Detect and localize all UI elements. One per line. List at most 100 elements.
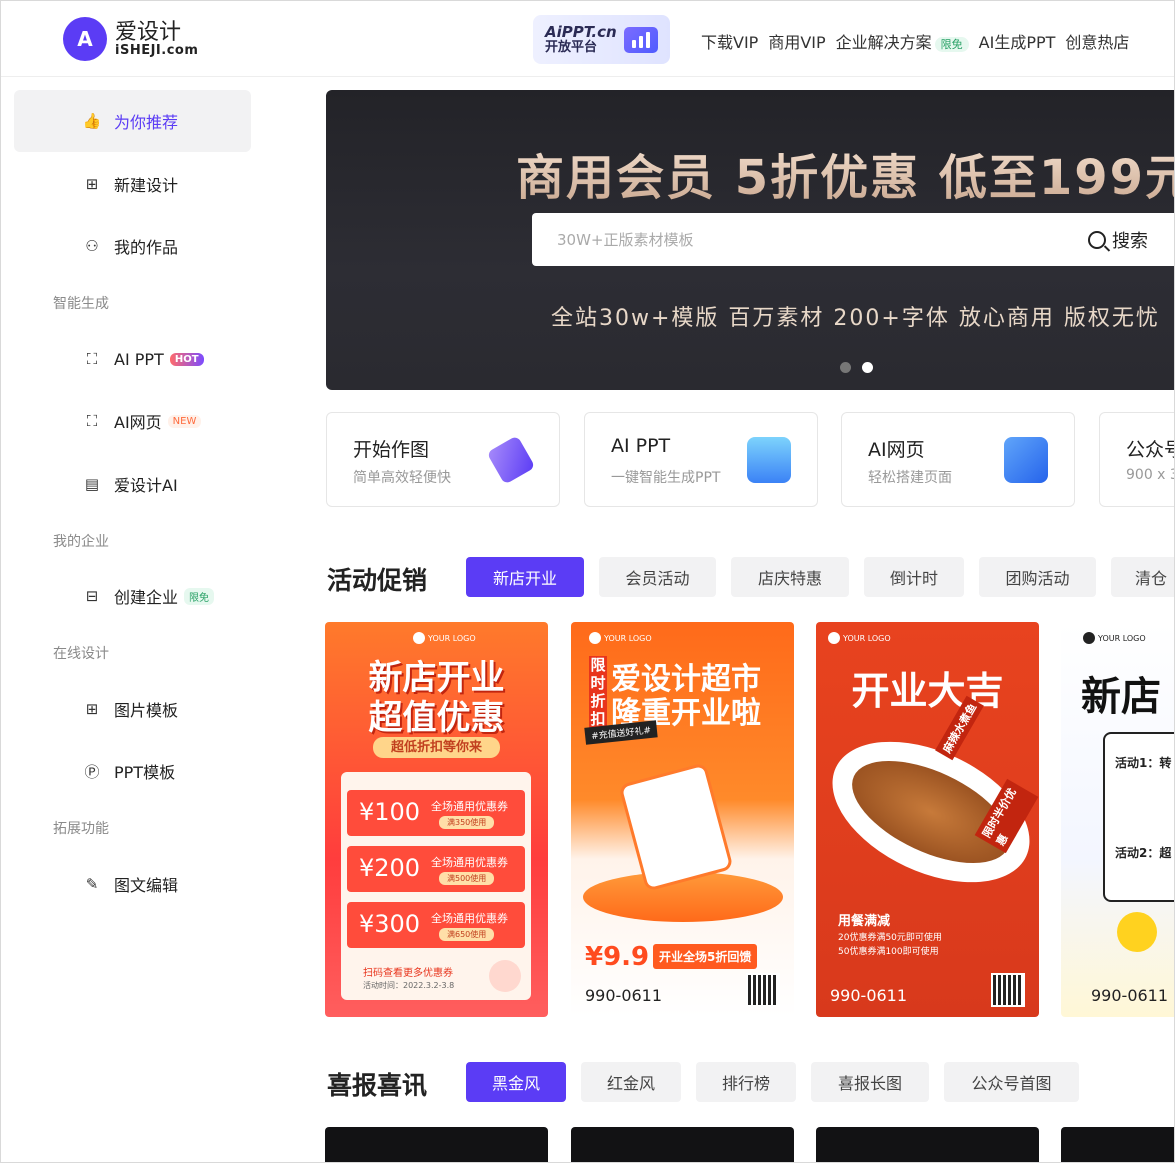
carousel-dot[interactable] bbox=[840, 362, 851, 373]
sidebar-item-label: 图片模板 bbox=[114, 701, 179, 720]
qr-code bbox=[991, 973, 1025, 1007]
sidebar-item-label: 新建设计 bbox=[114, 176, 179, 195]
sidebar-item-ppt-template[interactable]: Ⓟ PPT模板 bbox=[14, 740, 251, 802]
poster-tel: 990-0611 bbox=[1091, 986, 1169, 1005]
quick-card-wechat[interactable]: 公众号 900 x 38 bbox=[1099, 412, 1174, 507]
tab-ranking[interactable]: 排行榜 bbox=[696, 1062, 796, 1102]
qr-code bbox=[489, 960, 521, 992]
poster-title-2: 超值优惠 bbox=[368, 698, 505, 738]
poster-tel: 990-0611 bbox=[585, 986, 663, 1005]
quick-card-title: AI PPT bbox=[611, 435, 671, 457]
sidebar-item-label: 爱设计AI bbox=[114, 476, 178, 495]
ppt-icon: Ⓟ bbox=[84, 762, 100, 781]
sidebar-item-label: AI网页 bbox=[114, 413, 162, 432]
user-icon: ⚇ bbox=[85, 237, 99, 255]
quick-card-title: 公众号 bbox=[1126, 439, 1174, 461]
news-thumbnail[interactable] bbox=[1061, 1127, 1174, 1162]
poster-subtitle: 用餐满减 bbox=[838, 914, 891, 929]
coupon-amount: ¥300 bbox=[359, 910, 421, 938]
coupon-amount: ¥200 bbox=[359, 854, 421, 882]
aippt-subtitle: 开放平台 bbox=[545, 39, 598, 55]
your-logo: YOUR LOGO bbox=[413, 632, 476, 644]
quick-card-title: 开始作图 bbox=[353, 439, 430, 461]
quick-card-subtitle: 900 x 38 bbox=[1126, 467, 1174, 483]
sidebar-group-company: 我的企业 bbox=[53, 534, 109, 550]
page: A 爱设计 iSHEJI.com AiPPT.cn 开放平台 下载VIP 商用V… bbox=[0, 0, 1175, 1163]
thumbs-up-icon: 👍 bbox=[82, 112, 102, 130]
search-button[interactable]: 搜索 bbox=[1088, 227, 1148, 253]
carousel-dot-active[interactable] bbox=[862, 362, 873, 373]
your-logo: YOUR LOGO bbox=[589, 632, 652, 644]
banner-subtitle: 全站30w+模版 百万素材 200+字体 放心商用 版权无忧 bbox=[551, 306, 1160, 331]
poster-grand-opening-fish[interactable]: YOUR LOGO 开业大吉 麻辣水煮鱼 限时半价优惠 用餐满减 20优惠券满5… bbox=[816, 622, 1039, 1017]
sidebar-item-new-design[interactable]: ⊞ 新建设计 bbox=[14, 153, 251, 215]
quick-card-ai-web[interactable]: AI网页 轻松搭建页面 bbox=[841, 412, 1075, 507]
sidebar-item-ai-ppt[interactable]: ⛶ AI PPT HOT bbox=[14, 328, 251, 390]
nav-ai-ppt[interactable]: AI生成PPT bbox=[979, 29, 1056, 53]
poster-new-store-blue[interactable]: YOUR LOGO 新店 活动1：转 活动2：超 990-0611 bbox=[1061, 622, 1174, 1017]
sidebar-item-my-works[interactable]: ⚇ 我的作品 bbox=[14, 215, 251, 277]
ai-document-icon: ▤ bbox=[84, 475, 100, 493]
your-logo: YOUR LOGO bbox=[828, 632, 891, 644]
quick-card-subtitle: 轻松搭建页面 bbox=[868, 470, 952, 486]
coupon-amount: ¥100 bbox=[359, 798, 421, 826]
tab-countdown[interactable]: 倒计时 bbox=[864, 557, 964, 597]
free-badge: 限免 bbox=[934, 36, 969, 52]
coupon-rule: 满500使用 bbox=[439, 872, 495, 885]
hot-badge: HOT bbox=[169, 352, 204, 366]
tab-red-gold[interactable]: 红金风 bbox=[581, 1062, 681, 1102]
sidebar-item-text-edit[interactable]: ✎ 图文编辑 bbox=[14, 853, 251, 915]
quick-card-subtitle: 简单高效轻便快 bbox=[353, 470, 451, 486]
coupon-text: 全场通用优惠券 bbox=[431, 856, 508, 869]
sidebar: 👍 为你推荐 ⊞ 新建设计 ⚇ 我的作品 智能生成 ⛶ AI PPT HOT ⛶… bbox=[1, 78, 263, 1162]
promo-banner[interactable]: 商用会员 5折优惠 低至199元 搜索 全站30w+模版 百万素材 200+字体… bbox=[326, 90, 1174, 390]
site-logo[interactable]: A 爱设计 iSHEJI.com bbox=[63, 17, 198, 61]
poster-title: 新店 bbox=[1081, 674, 1161, 720]
new-badge: NEW bbox=[167, 414, 202, 428]
poster-line-1: 20优惠券满50元即可使用 bbox=[838, 933, 942, 943]
news-thumbnail[interactable] bbox=[816, 1127, 1039, 1162]
tab-black-gold[interactable]: 黑金风 bbox=[466, 1062, 566, 1102]
nav-download-vip[interactable]: 下载VIP bbox=[701, 29, 758, 53]
poster-price: ¥9.9 bbox=[585, 942, 650, 972]
free-badge: 限免 bbox=[184, 587, 215, 605]
smiley-icon bbox=[1117, 912, 1157, 952]
search-button-label: 搜索 bbox=[1112, 231, 1148, 252]
tab-group-buy[interactable]: 团购活动 bbox=[979, 557, 1096, 597]
nav-creative-hot[interactable]: 创意热店 bbox=[1065, 29, 1129, 53]
poster-supermarket-opening[interactable]: YOUR LOGO 限时折扣 爱设计超市 隆重开业啦 #充值送好礼# ¥9.9 … bbox=[571, 622, 794, 1017]
tab-member-activity[interactable]: 会员活动 bbox=[599, 557, 716, 597]
tab-long-image[interactable]: 喜报长图 bbox=[811, 1062, 929, 1102]
tab-clearance[interactable]: 清仓 bbox=[1111, 557, 1174, 597]
sidebar-item-ai-web[interactable]: ⛶ AI网页 NEW bbox=[14, 390, 251, 452]
sidebar-item-recommend[interactable]: 👍 为你推荐 bbox=[14, 90, 251, 152]
tab-wechat-cover[interactable]: 公众号首图 bbox=[944, 1062, 1079, 1102]
nav-commercial-vip[interactable]: 商用VIP bbox=[768, 29, 825, 53]
sidebar-item-create-company[interactable]: ⊟ 创建企业 限免 bbox=[14, 565, 251, 627]
poster-line-2: 50优惠券满100即可使用 bbox=[838, 947, 939, 957]
coupon-card: ¥100 全场通用优惠券 满350使用 bbox=[347, 790, 525, 836]
tab-new-store[interactable]: 新店开业 bbox=[466, 557, 584, 597]
aippt-brand: AiPPT.cn bbox=[545, 23, 617, 42]
nav-enterprise-solution[interactable]: 企业解决方案 限免 bbox=[836, 29, 969, 53]
activity-card: 活动1：转 活动2：超 bbox=[1103, 732, 1174, 902]
news-thumbnail[interactable] bbox=[325, 1127, 548, 1162]
aippt-open-platform-banner[interactable]: AiPPT.cn 开放平台 bbox=[533, 15, 670, 64]
tab-anniversary[interactable]: 店庆特惠 bbox=[731, 557, 849, 597]
sidebar-item-label: AI PPT bbox=[114, 349, 164, 369]
carousel-dots bbox=[840, 362, 873, 373]
poster-new-store-coupon[interactable]: YOUR LOGO 新店开业 超值优惠 超低折扣等你来 ¥100 全场通用优惠券… bbox=[325, 622, 548, 1017]
news-thumbnail[interactable] bbox=[571, 1127, 794, 1162]
search-input[interactable] bbox=[557, 230, 1077, 249]
building-icon: ⊟ bbox=[85, 587, 99, 605]
quick-card-start-design[interactable]: 开始作图 简单高效轻便快 bbox=[326, 412, 560, 507]
quick-card-ai-ppt[interactable]: AI PPT 一键智能生成PPT bbox=[584, 412, 818, 507]
your-logo: YOUR LOGO bbox=[1083, 632, 1146, 644]
pen-icon: ✎ bbox=[85, 875, 99, 893]
quick-card-title: AI网页 bbox=[868, 439, 925, 461]
sidebar-item-image-template[interactable]: ⊞ 图片模板 bbox=[14, 678, 251, 740]
sidebar-item-isheji-ai[interactable]: ▤ 爱设计AI bbox=[14, 453, 251, 515]
poster-ribbon: 超低折扣等你来 bbox=[372, 737, 500, 758]
top-nav: 下载VIP 商用VIP 企业解决方案 限免 AI生成PPT 创意热店 bbox=[701, 29, 1129, 53]
sidebar-item-label: 创建企业 bbox=[114, 588, 179, 607]
